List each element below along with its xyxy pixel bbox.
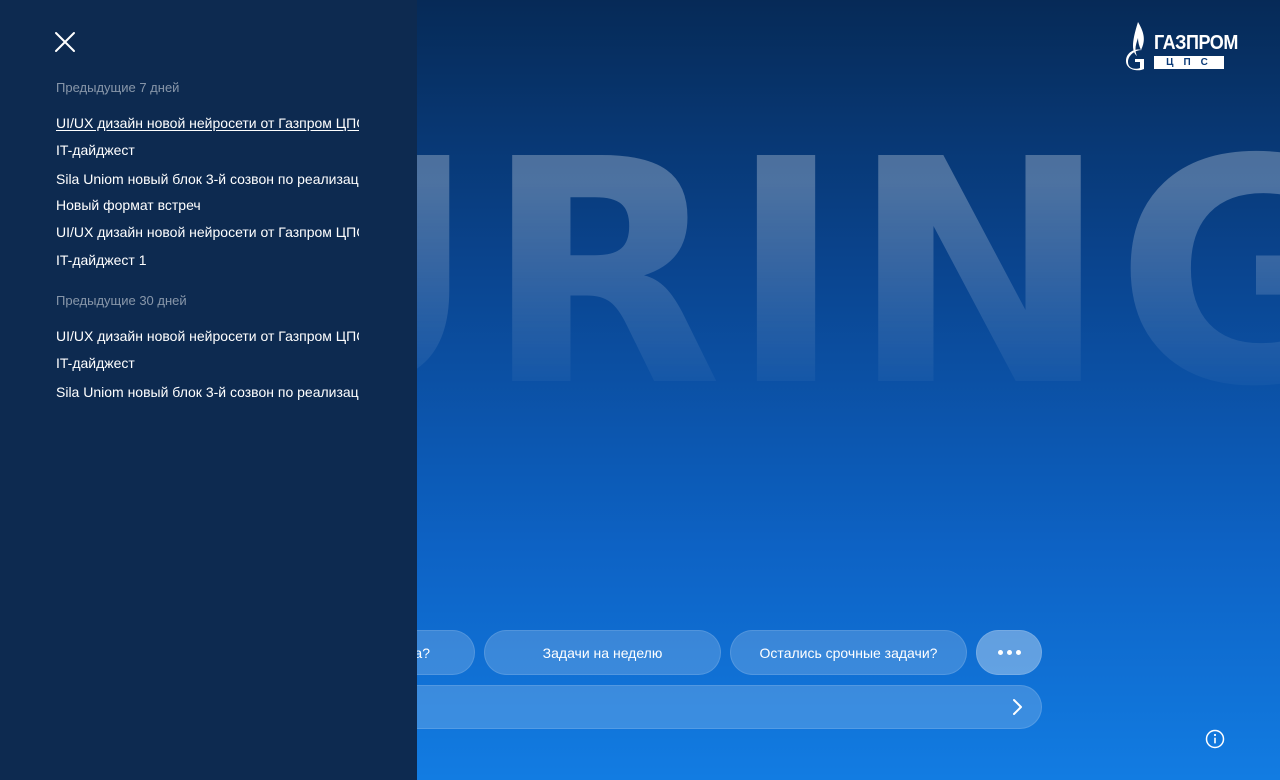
logo-subtext: ЦПС (1154, 56, 1224, 69)
history-item[interactable]: IT-дайджест (56, 354, 359, 372)
history-sidebar: Предыдущие 7 дней UI/UX дизайн новой ней… (0, 0, 417, 780)
close-icon[interactable] (54, 31, 76, 53)
history-item[interactable]: Новый формат встреч (56, 196, 359, 214)
chip-label: Задачи на неделю (542, 644, 663, 661)
more-dots-icon (997, 650, 1021, 655)
history-item[interactable]: IT-дайджест (56, 141, 359, 159)
logo-text: ГАЗПРОМ (1154, 32, 1238, 54)
history-item[interactable]: UI/UX дизайн новой нейросети от Газпром … (56, 114, 359, 132)
history-item[interactable]: Sila Uniom новый блок 3-й созвон по реал… (56, 170, 359, 188)
section-title-30-days: Предыдущие 30 дней (56, 293, 187, 308)
history-item[interactable]: IT-дайджест 1 (56, 251, 359, 269)
section-title-7-days: Предыдущие 7 дней (56, 80, 180, 95)
history-item[interactable]: Sila Uniom новый блок 3-й созвон по реал… (56, 383, 359, 401)
info-icon[interactable] (1205, 729, 1225, 749)
flame-icon (1126, 22, 1144, 71)
history-item[interactable]: UI/UX дизайн новой нейросети от Газпром … (56, 223, 359, 241)
suggestion-chip-3[interactable]: Остались срочные задачи? (730, 630, 967, 675)
chip-label: Остались срочные задачи? (759, 644, 938, 661)
gazprom-logo: ГАЗПРОМ ЦПС (1124, 20, 1238, 72)
more-suggestions-button[interactable] (976, 630, 1042, 675)
history-item[interactable]: UI/UX дизайн новой нейросети от Газпром … (56, 327, 359, 345)
suggestion-chip-2[interactable]: Задачи на неделю (484, 630, 721, 675)
chevron-right-icon[interactable] (1007, 697, 1027, 717)
